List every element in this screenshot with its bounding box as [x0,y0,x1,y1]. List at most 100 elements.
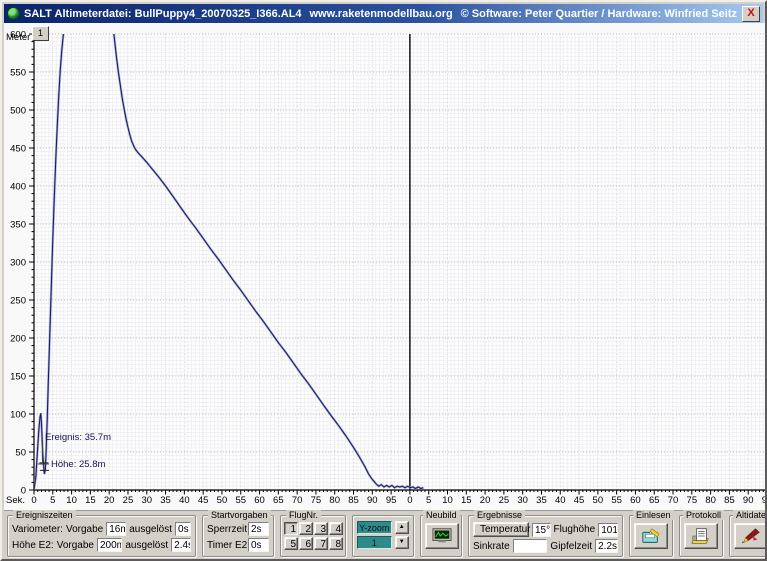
variometer-ausgeloest-field[interactable]: 0s [175,522,191,536]
title-url: www.raketenmodellbau.org [302,8,461,20]
x-tick-label: 95 [386,495,397,506]
sinkrate-label: Sinkrate [473,541,510,552]
altidatei-button[interactable] [734,523,767,549]
gipfelzeit-field[interactable]: 2.2s [595,539,618,553]
y-tick-label: 50 [15,448,26,459]
x-tick-label: 80 [705,495,716,506]
y-tick-label: 300 [10,258,26,269]
x-tick-label: 60 [254,495,265,506]
rocket-pen-icon [741,527,761,545]
x-tick-label: 45 [198,495,209,506]
flugnr-button[interactable]: 3 [314,522,328,535]
printer-document-icon [691,527,711,545]
x-tick-label: 40 [179,495,190,506]
sperrzeit-label: Sperrzeit [207,524,245,535]
sinkrate-field[interactable] [513,539,548,553]
x-tick-label: 10 [66,495,77,506]
altitude-chart[interactable]: 050100150200250300350400450500550600Mete… [4,23,767,511]
y-tick-label: 250 [10,296,26,307]
y-tick-label: 500 [10,106,26,117]
x-tick-label: 90 [743,495,754,506]
hoehe-e2-ausgeloest-field[interactable]: 2.4s [171,538,191,552]
x-tick-label: 35 [536,495,547,506]
read-disk-pencil-icon [641,527,661,545]
timer-e2-field[interactable]: 0s [248,538,269,552]
x-tick-label: 65 [273,495,284,506]
x-tick-label: 85 [724,495,735,506]
x-tick-label: 65 [649,495,660,506]
x-tick-label: 15 [85,495,96,506]
y-tick-label: 550 [10,68,26,79]
x-tick-label: 30 [141,495,152,506]
hoehe-e2-vorgabe-field[interactable]: 200m [97,538,122,552]
x-tick-label: 5 [50,495,55,506]
x-tick-label: 10 [442,495,453,506]
variometer-vorgabe-field[interactable]: 16m/s [106,522,126,536]
close-button[interactable]: X [742,6,760,22]
flugnr-button[interactable]: 7 [314,537,328,550]
group-ergebnisse: Ergebnisse Temperatur 15°C Flughöhe 101m… [468,515,623,557]
yzoom-down-button[interactable]: ▼ [395,536,409,549]
x-tick-label: 70 [292,495,303,506]
arrow-down-icon: ▼ [399,539,405,545]
flughoehe-field[interactable]: 101m [598,523,618,537]
yzoom-up-button[interactable]: ▲ [395,521,409,534]
y-tick-label: 200 [10,334,26,345]
yzoom-label: Y-zoom [357,521,392,534]
flughoehe-label: Flughöhe [554,524,596,535]
neubild-button[interactable] [425,523,459,549]
y-tick-label: 450 [10,144,26,155]
oscilloscope-monitor-icon [432,527,452,545]
vorgabe-label: Vorgabe [57,540,94,551]
x-tick-label: 20 [104,495,115,506]
flugnr-button[interactable]: 2 [299,522,313,535]
flugnr-button[interactable]: 6 [299,537,313,550]
y-tick-label: 100 [10,410,26,421]
temperatur-field[interactable]: 15°C [532,523,551,537]
x-tick-label: 5 [426,495,431,506]
x-tick-label: 0 [407,495,412,506]
einlesen-button[interactable] [634,523,668,549]
control-panel: Ereigniszeiten Variometer: Vorgabe 16m/s… [4,511,763,559]
annotation-hoehe: Höhe: 25.8m [51,459,105,470]
title-bar: SALT Altimeterdatei: BullPuppy4_20070325… [4,4,763,23]
flugnr-button[interactable]: 5 [284,537,298,550]
timer-e2-label: Timer E2 [207,540,245,551]
sperrzeit-field[interactable]: 2s [248,522,269,536]
flugnr-button[interactable]: 4 [329,522,343,535]
title-credits: © Software: Peter Quartier / Hardware: W… [461,8,737,20]
title-left: SALT Altimeterdatei: BullPuppy4_20070325… [7,7,302,20]
group-title: Protokoll [683,510,724,520]
window-title: SALT Altimeterdatei: BullPuppy4_20070325… [24,8,302,20]
ausgeloest-label: ausgelöst [125,540,168,551]
x-tick-label: 45 [574,495,585,506]
y-tick-label: 400 [10,182,26,193]
group-flugnr: FlugNr. 1 2 3 4 5 6 7 8 [280,515,346,557]
group-title: Ereigniszeiten [13,510,76,520]
protokoll-button[interactable] [684,523,718,549]
temperatur-button[interactable]: Temperatur [473,522,529,537]
variometer-label: Variometer: [12,524,63,535]
flugnr-button[interactable]: 1 [284,522,298,535]
x-tick-label: 25 [499,495,510,506]
x-tick-label: 55 [611,495,622,506]
app-window: SALT Altimeterdatei: BullPuppy4_20070325… [0,0,767,561]
ausgeloest-label: ausgelöst [129,524,172,535]
x-tick-label: 75 [687,495,698,506]
chart-canvas: 050100150200250300350400450500550600Mete… [4,23,767,510]
x-tick-label: 25 [123,495,134,506]
flugnr-button[interactable]: 8 [329,537,343,550]
x-tick-label: 20 [480,495,491,506]
vorgabe-label: Vorgabe [66,524,103,535]
group-title: Einlesen [633,510,674,520]
x-tick-label: 30 [517,495,528,506]
group-startvorgaben: Startvorgaben Sperrzeit 2s Timer E2 0s [202,515,274,557]
x-tick-label: 0 [31,495,36,506]
group-title: FlugNr. [286,510,321,520]
group-title: Startvorgaben [208,510,271,520]
group-ereigniszeiten: Ereigniszeiten Variometer: Vorgabe 16m/s… [7,515,196,557]
group-einlesen: Einlesen [629,515,673,557]
flight-number-badge[interactable]: 1 [32,26,49,41]
x-tick-label: 50 [593,495,604,506]
arrow-up-icon: ▲ [399,524,405,530]
